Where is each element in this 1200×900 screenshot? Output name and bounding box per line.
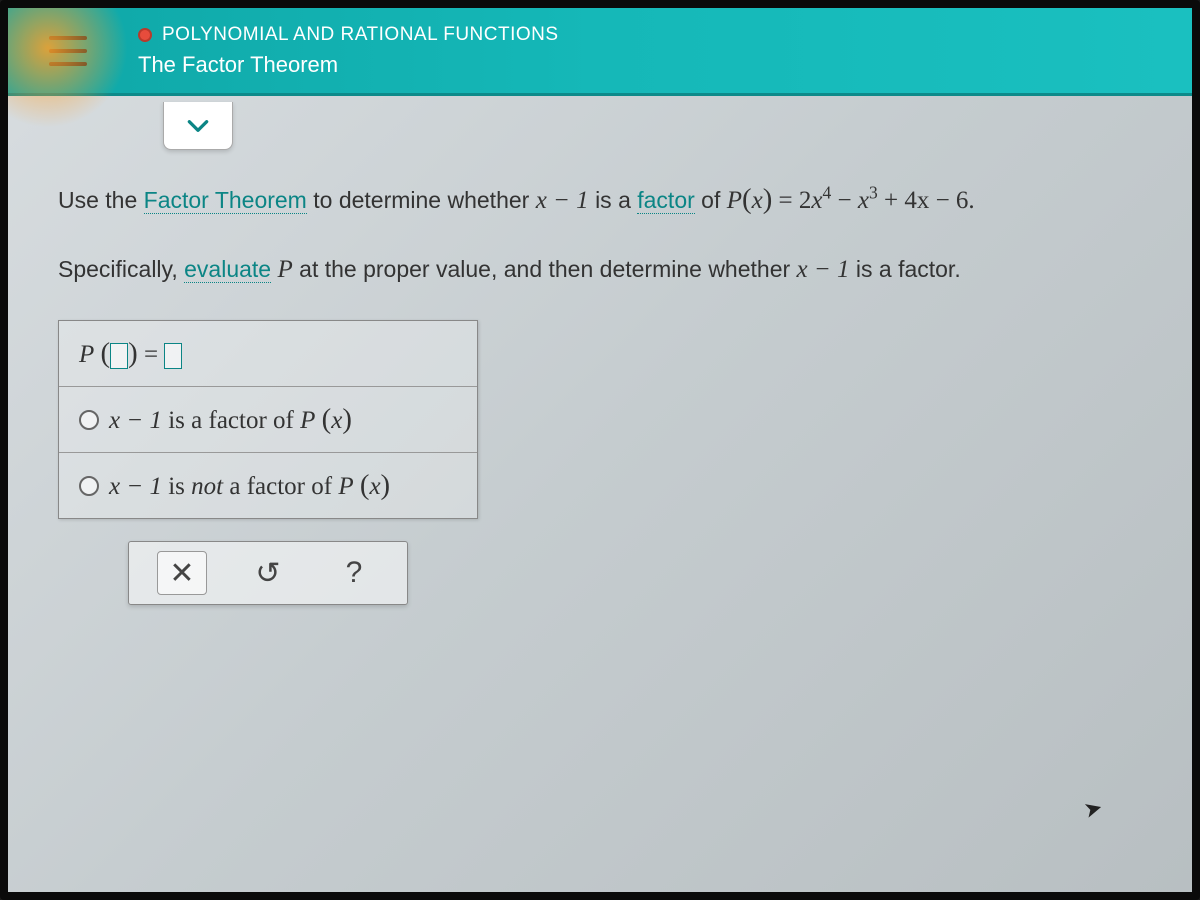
equals: = [144, 341, 164, 368]
link-factor[interactable]: factor [637, 187, 695, 214]
category-label: POLYNOMIAL AND RATIONAL FUNCTIONS [162, 24, 559, 46]
poly-P: P [727, 187, 742, 214]
reset-icon: ↺ [255, 556, 280, 591]
text: is a factor of [162, 407, 300, 434]
text: of [701, 187, 727, 213]
text: x − 1 [109, 473, 162, 500]
text: Specifically, [58, 256, 184, 282]
link-factor-theorem[interactable]: Factor Theorem [144, 187, 307, 214]
question-line-1: Use the Factor Theorem to determine whet… [58, 176, 1142, 222]
math-P: P [277, 256, 292, 283]
text-not: not [191, 473, 223, 500]
input-argument[interactable] [110, 343, 128, 369]
option-text: x − 1 is a factor of P (x) [109, 403, 352, 436]
math-polynomial: P(x) = 2x4 − x3 + 4x − 6. [727, 187, 975, 214]
text: + 4x − 6. [884, 187, 975, 214]
radio-icon[interactable] [79, 410, 99, 430]
cursor-icon: ➤ [1081, 794, 1106, 824]
help-icon: ? [346, 556, 363, 590]
help-button[interactable]: ? [329, 551, 379, 595]
lesson-title: The Factor Theorem [138, 52, 559, 78]
answer-input-row: P () = [59, 321, 477, 386]
text: is a [595, 187, 637, 213]
option-not-factor[interactable]: x − 1 is not a factor of P (x) [59, 452, 477, 518]
question-content: Use the Factor Theorem to determine whet… [8, 96, 1192, 635]
math-linear: x − 1 [536, 187, 589, 214]
option-is-factor[interactable]: x − 1 is a factor of P (x) [59, 386, 477, 452]
header-titles: POLYNOMIAL AND RATIONAL FUNCTIONS The Fa… [138, 24, 559, 78]
text: x [331, 407, 342, 434]
text: x [369, 473, 380, 500]
breadcrumb: POLYNOMIAL AND RATIONAL FUNCTIONS [138, 24, 559, 46]
x-icon: ✕ [169, 556, 194, 591]
radio-icon[interactable] [79, 476, 99, 496]
text: Use the [58, 187, 144, 213]
input-result[interactable] [164, 343, 182, 369]
text: a factor of [223, 473, 338, 500]
question-line-2: Specifically, evaluate P at the proper v… [58, 250, 1142, 290]
link-evaluate[interactable]: evaluate [184, 256, 271, 283]
text: x − 1 [109, 407, 162, 434]
func-eval: P () = [79, 337, 182, 370]
reset-button[interactable]: ↺ [243, 551, 293, 595]
poly-x: x [752, 187, 763, 214]
action-bar: ✕ ↺ ? [128, 541, 408, 605]
header-bar: POLYNOMIAL AND RATIONAL FUNCTIONS The Fa… [8, 8, 1192, 96]
label-P: P [79, 341, 94, 368]
math-linear-2: x − 1 [797, 256, 850, 283]
text: to determine whether [313, 187, 535, 213]
clear-button[interactable]: ✕ [157, 551, 207, 595]
option-text: x − 1 is not a factor of P (x) [109, 469, 390, 502]
text: = 2 [772, 187, 811, 214]
text: P [300, 407, 315, 434]
status-dot-icon [138, 28, 152, 42]
text: P [338, 473, 353, 500]
menu-icon[interactable] [38, 21, 98, 81]
chevron-down-icon [185, 113, 211, 139]
text: is [162, 473, 191, 500]
text: at the proper value, and then determine … [299, 256, 796, 282]
text: is a factor. [856, 256, 961, 282]
expand-tab[interactable] [163, 102, 233, 150]
answer-box: P () = x − 1 is a factor of P (x) x − 1 … [58, 320, 478, 519]
